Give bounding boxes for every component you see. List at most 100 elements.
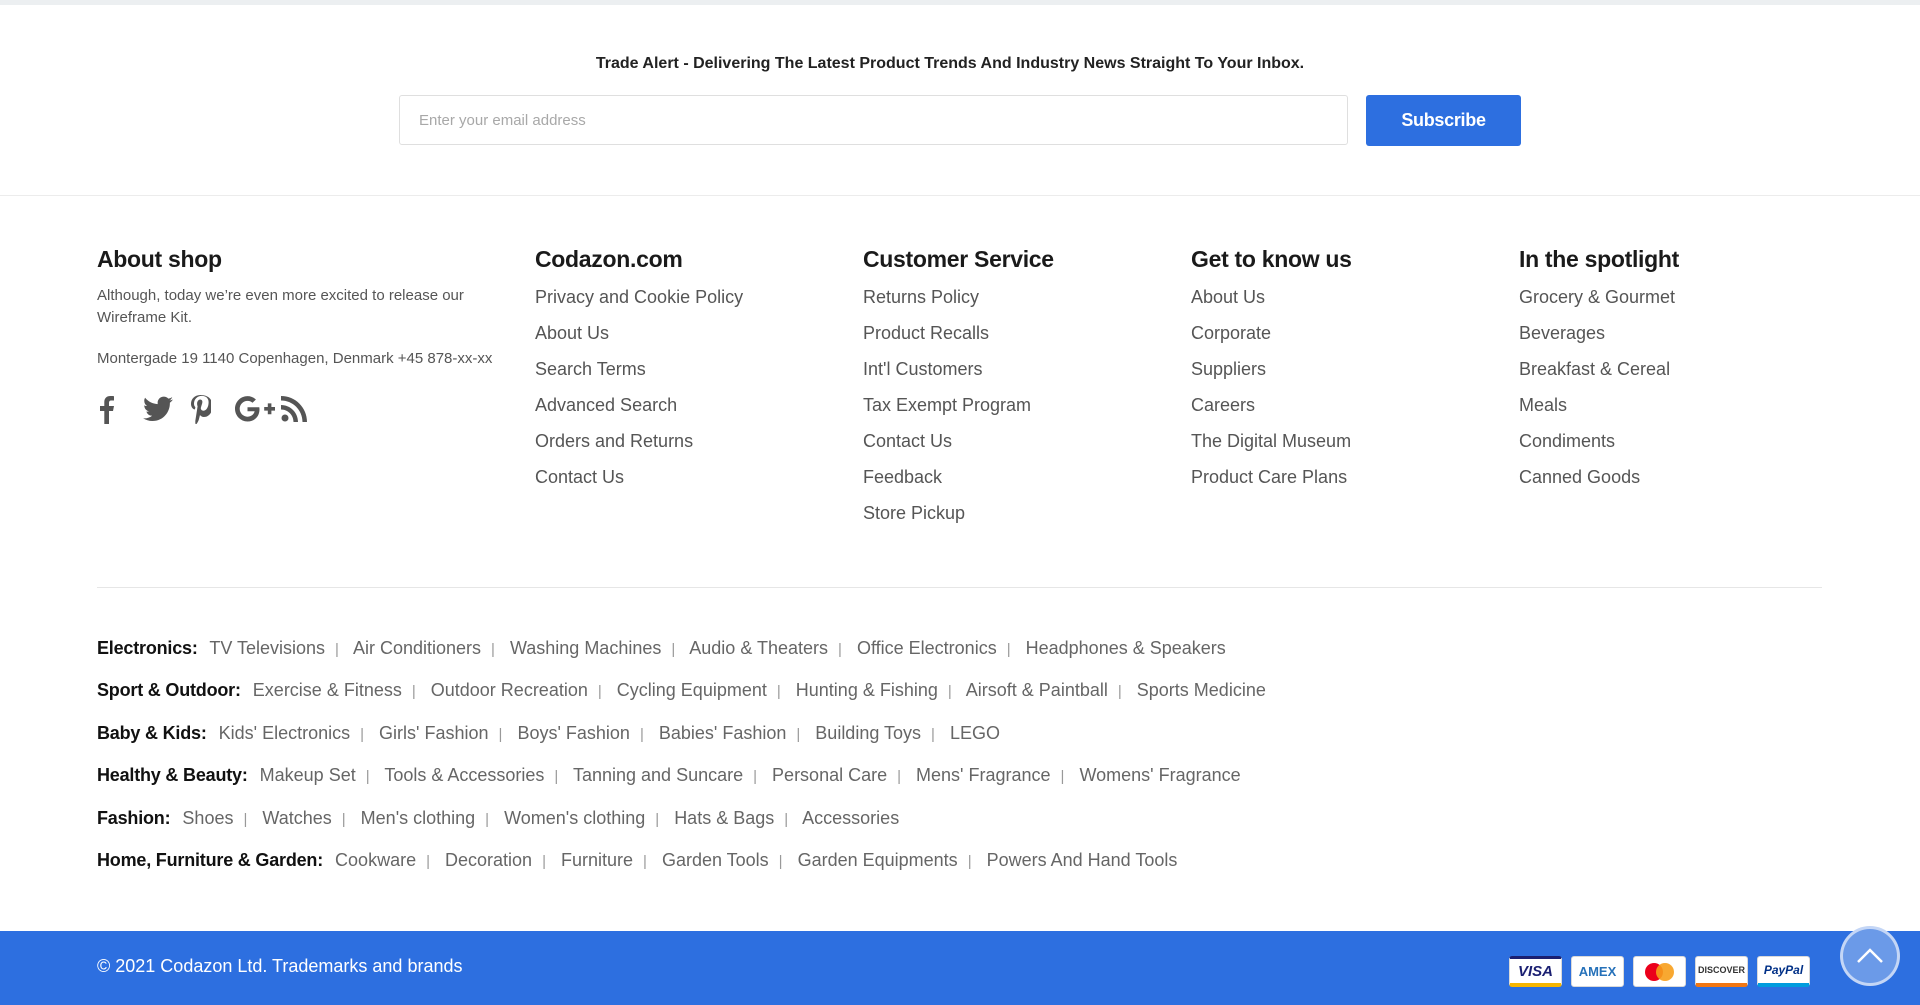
divider: | xyxy=(360,726,365,743)
divider: | xyxy=(498,726,503,743)
tax-exempt-link[interactable]: Tax Exempt Program xyxy=(863,395,1031,415)
category-link[interactable]: Personal Care xyxy=(772,765,887,785)
advanced-search-link[interactable]: Advanced Search xyxy=(535,395,677,415)
category-link[interactable]: Kids' Electronics xyxy=(219,723,350,743)
divider: | xyxy=(967,853,972,870)
careers-link[interactable]: Careers xyxy=(1191,395,1255,415)
social-links xyxy=(97,389,507,429)
category-link[interactable]: Airsoft & Paintball xyxy=(966,680,1108,700)
divider: | xyxy=(897,768,902,785)
returns-policy-link[interactable]: Returns Policy xyxy=(863,287,979,307)
divider: | xyxy=(753,768,758,785)
divider: | xyxy=(947,683,952,700)
footer-link: About Us xyxy=(1191,285,1352,321)
category-link[interactable]: Decoration xyxy=(445,850,532,870)
category-link[interactable]: Sports Medicine xyxy=(1137,680,1266,700)
facebook-icon[interactable] xyxy=(97,389,143,429)
category-link[interactable]: Garden Equipments xyxy=(798,850,958,870)
category-row-health-beauty: Healthy & Beauty: Makeup Set | Tools & Ac… xyxy=(97,765,1241,786)
contact-us-link[interactable]: Contact Us xyxy=(535,467,624,487)
divider: | xyxy=(1117,683,1122,700)
rss-icon[interactable] xyxy=(281,389,327,429)
email-input[interactable] xyxy=(399,95,1348,145)
search-terms-link[interactable]: Search Terms xyxy=(535,359,646,379)
feedback-link[interactable]: Feedback xyxy=(863,467,942,487)
category-link[interactable]: Building Toys xyxy=(815,723,921,743)
pinterest-icon[interactable] xyxy=(189,389,235,429)
product-care-link[interactable]: Product Care Plans xyxy=(1191,467,1347,487)
category-link[interactable]: LEGO xyxy=(950,723,1000,743)
scroll-to-top-button[interactable] xyxy=(1840,926,1900,986)
category-link[interactable]: Womens' Fragrance xyxy=(1079,765,1240,785)
privacy-policy-link[interactable]: Privacy and Cookie Policy xyxy=(535,287,743,307)
category-link[interactable]: Shoes xyxy=(182,808,233,828)
footer-link: Corporate xyxy=(1191,321,1352,357)
orders-returns-link[interactable]: Orders and Returns xyxy=(535,431,693,451)
category-link[interactable]: Garden Tools xyxy=(662,850,769,870)
divider: | xyxy=(542,853,546,870)
category-link[interactable]: Watches xyxy=(262,808,331,828)
category-title: Healthy & Beauty: xyxy=(97,765,248,785)
breakfast-link[interactable]: Breakfast & Cereal xyxy=(1519,359,1670,379)
category-link[interactable]: Hunting & Fishing xyxy=(796,680,938,700)
category-link[interactable]: Men's clothing xyxy=(361,808,476,828)
about-description: Although, today we’re even more excited … xyxy=(97,287,464,326)
category-link[interactable]: Washing Machines xyxy=(510,638,661,658)
category-link[interactable]: Boys' Fashion xyxy=(517,723,630,743)
meals-link[interactable]: Meals xyxy=(1519,395,1567,415)
category-link[interactable]: Cookware xyxy=(335,850,416,870)
category-link[interactable]: Makeup Set xyxy=(260,765,356,785)
grocery-link[interactable]: Grocery & Gourmet xyxy=(1519,287,1675,307)
category-link[interactable]: Exercise & Fitness xyxy=(253,680,402,700)
footer-link: Orders and Returns xyxy=(535,429,743,465)
condiments-link[interactable]: Condiments xyxy=(1519,431,1615,451)
divider: | xyxy=(931,726,935,743)
intl-customers-link[interactable]: Int'l Customers xyxy=(863,359,982,379)
about-us-link[interactable]: About Us xyxy=(1191,287,1265,307)
category-link[interactable]: Outdoor Recreation xyxy=(431,680,588,700)
suppliers-link[interactable]: Suppliers xyxy=(1191,359,1266,379)
newsletter-headline: Trade Alert - Delivering The Latest Prod… xyxy=(595,55,1305,72)
category-link[interactable]: Office Electronics xyxy=(857,638,997,658)
category-link[interactable]: Girls' Fashion xyxy=(379,723,488,743)
mastercard-icon xyxy=(1633,956,1686,987)
product-recalls-link[interactable]: Product Recalls xyxy=(863,323,989,343)
category-link[interactable]: Accessories xyxy=(802,808,899,828)
category-link[interactable]: TV Televisions xyxy=(209,638,325,658)
divider xyxy=(0,195,1920,196)
get-to-know-us-column: Get to know us About Us Corporate Suppli… xyxy=(1191,246,1352,501)
divider: | xyxy=(491,641,495,658)
category-link[interactable]: Mens' Fragrance xyxy=(916,765,1051,785)
copyright-text: © 2021 Codazon Ltd. Trademarks and brand… xyxy=(97,956,463,976)
category-link[interactable]: Air Conditioners xyxy=(353,638,481,658)
category-link[interactable]: Powers And Hand Tools xyxy=(987,850,1178,870)
corporate-link[interactable]: Corporate xyxy=(1191,323,1271,343)
codazon-column: Codazon.com Privacy and Cookie Policy Ab… xyxy=(535,246,743,501)
category-link[interactable]: Hats & Bags xyxy=(674,808,774,828)
category-link[interactable]: Women's clothing xyxy=(504,808,645,828)
category-link[interactable]: Headphones & Speakers xyxy=(1026,638,1226,658)
contact-us-link[interactable]: Contact Us xyxy=(863,431,952,451)
category-link[interactable]: Furniture xyxy=(561,850,633,870)
about-us-link[interactable]: About Us xyxy=(535,323,609,343)
footer-link: Tax Exempt Program xyxy=(863,393,1054,429)
category-link[interactable]: Tools & Accessories xyxy=(384,765,544,785)
canned-goods-link[interactable]: Canned Goods xyxy=(1519,467,1640,487)
footer-link: The Digital Museum xyxy=(1191,429,1352,465)
divider: | xyxy=(643,853,647,870)
divider: | xyxy=(335,641,339,658)
subscribe-button[interactable]: Subscribe xyxy=(1366,95,1521,146)
twitter-icon[interactable] xyxy=(143,389,189,429)
digital-museum-link[interactable]: The Digital Museum xyxy=(1191,431,1351,451)
store-pickup-link[interactable]: Store Pickup xyxy=(863,503,965,523)
customer-service-column: Customer Service Returns Policy Product … xyxy=(863,246,1054,537)
category-link[interactable]: Tanning and Suncare xyxy=(573,765,743,785)
beverages-link[interactable]: Beverages xyxy=(1519,323,1605,343)
category-row-fashion: Fashion: Shoes | Watches | Men's clothing |… xyxy=(97,808,899,829)
google-plus-icon[interactable] xyxy=(235,389,281,429)
category-link[interactable]: Cycling Equipment xyxy=(617,680,767,700)
footer-link: Suppliers xyxy=(1191,357,1352,393)
category-link[interactable]: Audio & Theaters xyxy=(689,638,828,658)
footer-link: Grocery & Gourmet xyxy=(1519,285,1679,321)
category-link[interactable]: Babies' Fashion xyxy=(659,723,787,743)
